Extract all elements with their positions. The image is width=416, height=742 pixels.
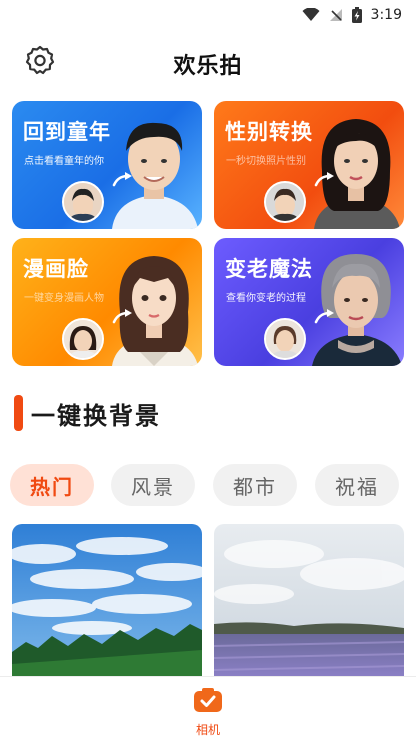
nav-camera-label: 相机: [195, 723, 220, 737]
feature-card-cartoon-face[interactable]: 漫画脸 一键变身漫画人物: [12, 238, 202, 366]
card-subtitle: 一秒切换照片性别: [226, 156, 306, 167]
tab-blessing[interactable]: 祝福: [315, 464, 399, 506]
app-header: 欢乐拍: [0, 40, 416, 84]
status-time: 3:19: [370, 7, 402, 23]
background-image: [214, 524, 404, 676]
thumbnail-avatar: [264, 181, 306, 223]
arrow-right-icon: [112, 309, 132, 324]
camera-icon: [193, 687, 223, 717]
tab-city[interactable]: 都市: [213, 464, 297, 506]
portrait-image: [112, 122, 198, 229]
thumbnail-avatar: [62, 318, 104, 360]
portrait-image: [112, 256, 198, 366]
category-tabs: 热门 风景 都市 祝福: [10, 464, 410, 506]
card-subtitle: 查看你变老的过程: [226, 293, 306, 304]
no-signal-icon: [329, 8, 343, 22]
arrow-right-icon: [314, 309, 334, 324]
background-tile-lavender-field[interactable]: [214, 524, 404, 676]
background-tile-sky-forest[interactable]: [12, 524, 202, 676]
bottom-nav: 相机: [0, 676, 416, 742]
battery-charging-icon: [351, 7, 362, 23]
card-title: 性别转换: [225, 120, 313, 144]
background-image: [12, 524, 202, 676]
app-title: 欢乐拍: [173, 54, 243, 79]
thumbnail-avatar: [62, 181, 104, 223]
portrait-image: [312, 254, 402, 366]
card-title: 变老魔法: [225, 257, 313, 281]
arrow-right-icon: [314, 172, 334, 187]
card-title: 回到童年: [23, 120, 111, 144]
section-header: 一键换背景: [14, 394, 161, 432]
card-title: 漫画脸: [23, 257, 89, 281]
portrait-image: [314, 119, 400, 229]
card-subtitle: 点击看看童年的你: [24, 156, 104, 167]
section-title: 一键换背景: [31, 401, 161, 430]
tab-hot[interactable]: 热门: [10, 464, 94, 506]
section-accent-bar: [14, 395, 23, 431]
feature-card-gender-swap[interactable]: 性别转换 一秒切换照片性别: [214, 101, 404, 229]
wifi-icon: [302, 8, 320, 22]
feature-card-childhood[interactable]: 回到童年 点击看看童年的你: [12, 101, 202, 229]
tab-scenery[interactable]: 风景: [111, 464, 195, 506]
status-bar: 3:19: [0, 0, 416, 30]
thumbnail-avatar: [264, 318, 306, 360]
nav-camera-button[interactable]: 相机: [188, 687, 228, 737]
arrow-right-icon: [112, 172, 132, 187]
feature-card-aging-magic[interactable]: 变老魔法 查看你变老的过程: [214, 238, 404, 366]
card-subtitle: 一键变身漫画人物: [24, 293, 104, 304]
